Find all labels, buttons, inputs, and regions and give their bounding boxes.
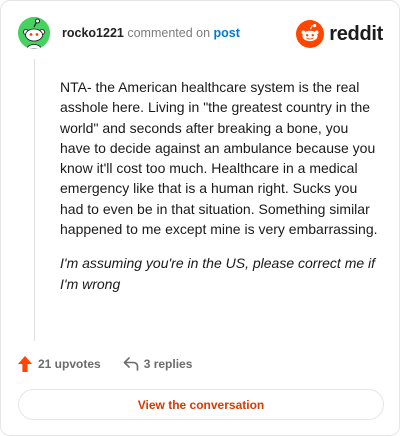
reply-arrow-icon (123, 357, 139, 371)
snoo-avatar-icon[interactable] (18, 17, 50, 49)
reddit-snoo-icon (296, 20, 325, 48)
comment-actions: 21 upvotes 3 replies (18, 354, 192, 374)
comment-paragraph: NTA- the American healthcare system is t… (60, 79, 378, 238)
username-link[interactable]: rocko1221 (62, 26, 124, 40)
reddit-logo[interactable]: reddit (296, 20, 383, 48)
upvote-arrow-icon (18, 356, 32, 372)
comment-header: rocko1221 commented on post reddit (18, 17, 383, 51)
upvote-button[interactable]: 21 upvotes (18, 356, 101, 372)
comment-body: NTA- the American healthcare system is t… (60, 77, 380, 294)
comment-meta: rocko1221 commented on post (62, 26, 240, 40)
view-conversation-button[interactable]: View the conversation (18, 389, 384, 420)
comment-embed-card: rocko1221 commented on post reddit NTA- … (0, 0, 400, 436)
post-link[interactable]: post (214, 26, 240, 40)
reddit-wordmark: reddit (329, 22, 383, 45)
reply-count: 3 replies (143, 357, 193, 371)
comment-paragraph: I'm assuming you're in the US, please co… (60, 255, 376, 292)
replies-button[interactable]: 3 replies (123, 357, 193, 371)
thread-line[interactable] (34, 59, 35, 341)
commented-on-label: commented on (127, 26, 211, 40)
upvote-count: 21 upvotes (38, 357, 101, 371)
